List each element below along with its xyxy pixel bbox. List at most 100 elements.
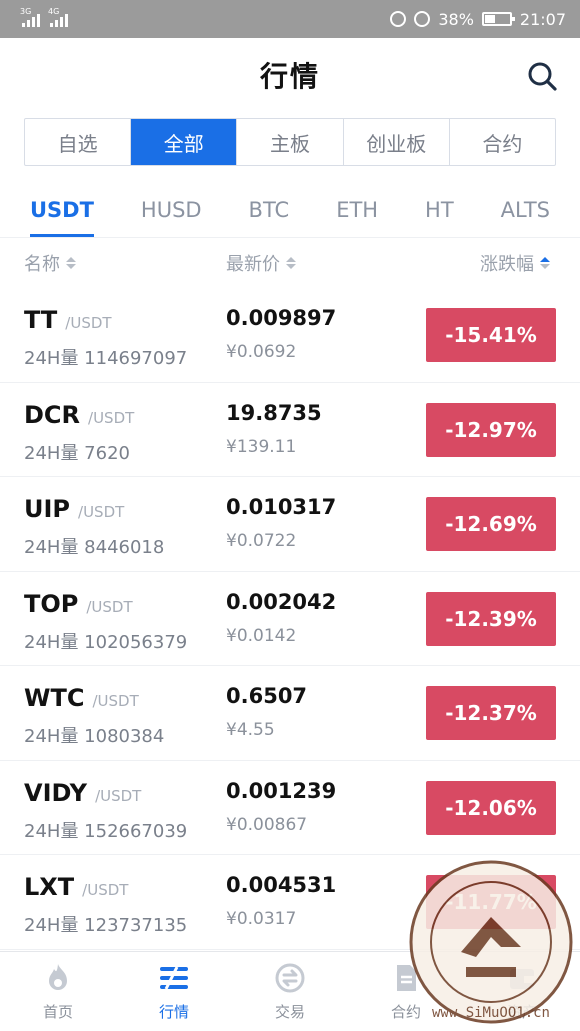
symbol: DCR /USDT <box>24 401 134 429</box>
base-currency: TOP <box>24 589 79 618</box>
base-currency: LXT <box>24 873 75 901</box>
market-row[interactable]: LXT /USDT 24H量 123737135 0.004531 ¥0.031… <box>0 855 580 950</box>
tab-eth[interactable]: ETH <box>336 186 378 237</box>
column-price-label: 最新价 <box>226 254 280 275</box>
alarm-icon <box>414 11 431 27</box>
change-badge[interactable]: -11.77% <box>426 875 556 929</box>
nav-contract[interactable]: 合约 <box>348 952 464 1031</box>
base-currency: UIP <box>24 495 71 523</box>
price-cny: ¥0.0317 <box>226 909 297 929</box>
nav-contract-label: 合约 <box>390 1003 421 1021</box>
change-badge[interactable]: -12.97% <box>426 402 556 457</box>
last-price: 0.010317 <box>226 495 337 519</box>
symbol: VIDY /USDT <box>24 779 141 807</box>
sort-arrows-icon <box>286 257 296 269</box>
battery-percent: 38% <box>438 9 474 29</box>
market-list: TT /USDT 24H量 114697097 0.009897 ¥0.0692… <box>0 288 580 950</box>
symbol: TT /USDT <box>24 306 112 334</box>
last-price: 0.6507 <box>226 684 308 708</box>
change-badge[interactable]: -12.69% <box>426 497 556 551</box>
symbol: LXT /USDT <box>24 873 128 901</box>
change-badge[interactable]: -12.39% <box>426 591 556 646</box>
segment-all[interactable]: 全部 <box>131 119 238 165</box>
change-badge[interactable]: -12.37% <box>426 686 556 740</box>
market-row[interactable]: TT /USDT 24H量 114697097 0.009897 ¥0.0692… <box>0 288 580 383</box>
tab-alts[interactable]: ALTS <box>501 186 550 237</box>
tab-btc[interactable]: BTC <box>249 186 290 237</box>
column-name-label: 名称 <box>24 254 60 275</box>
change-badge[interactable]: -12.06% <box>426 780 556 835</box>
network-type-1: 3G <box>20 7 32 16</box>
quote-currency: /USDT <box>88 408 135 427</box>
market-icon <box>160 966 188 990</box>
symbol: UIP /USDT <box>24 495 124 523</box>
tab-ht[interactable]: HT <box>425 186 454 237</box>
base-currency: TT <box>24 306 58 334</box>
last-price: 0.002042 <box>226 589 337 614</box>
nav-home[interactable]: 首页 <box>0 952 116 1031</box>
volume-24h: 24H量 102056379 <box>24 631 188 653</box>
base-currency: VIDY <box>24 778 88 807</box>
nav-home-label: 首页 <box>42 1003 73 1021</box>
sort-arrows-active-icon <box>540 257 550 269</box>
tab-usdt[interactable]: USDT <box>30 186 94 237</box>
symbol: WTC /USDT <box>24 684 139 712</box>
last-price: 0.004531 <box>226 873 337 897</box>
tab-husd[interactable]: HUSD <box>141 186 202 237</box>
market-row[interactable]: WTC /USDT 24H量 1080384 0.6507 ¥4.55 -12.… <box>0 666 580 761</box>
quote-currency: /USDT <box>65 314 112 332</box>
price-cny: ¥139.11 <box>226 436 297 457</box>
page-header: 行情 <box>0 38 580 112</box>
nav-assets-label: 资产 <box>506 1003 537 1021</box>
volume-24h: 24H量 152667039 <box>24 820 188 842</box>
market-row[interactable]: DCR /USDT 24H量 7620 19.8735 ¥139.11 -12.… <box>0 383 580 477</box>
nav-market-label: 行情 <box>158 1003 189 1021</box>
nav-assets[interactable]: 资产 <box>464 952 580 1031</box>
segment-main-board[interactable]: 主板 <box>237 119 344 165</box>
search-icon[interactable] <box>526 60 558 92</box>
quote-currency-tabs: USDT HUSD BTC ETH HT ALTS <box>0 186 580 238</box>
quote-currency: /USDT <box>78 503 125 521</box>
change-badge[interactable]: -15.41% <box>426 308 556 362</box>
board-segmented-control: 自选 全部 主板 创业板 合约 <box>24 118 556 166</box>
assets-icon <box>510 969 534 989</box>
contract-icon <box>397 965 416 991</box>
signal-icon-1: 3G <box>20 7 40 27</box>
volume-24h: 24H量 123737135 <box>24 915 188 936</box>
base-currency: DCR <box>24 400 81 429</box>
home-flame-icon <box>49 964 67 990</box>
data-saver-icon <box>390 11 407 27</box>
price-cny: ¥4.55 <box>226 720 275 740</box>
price-cny: ¥0.00867 <box>226 814 308 835</box>
base-currency: WTC <box>24 684 85 712</box>
trade-icon <box>275 963 305 993</box>
last-price: 0.009897 <box>226 306 337 330</box>
sort-by-name[interactable]: 名称 <box>24 250 226 276</box>
price-cny: ¥0.0722 <box>226 531 297 551</box>
segment-growth-board[interactable]: 创业板 <box>344 119 450 165</box>
battery-icon <box>481 12 515 26</box>
volume-24h: 24H量 1080384 <box>24 726 165 747</box>
nav-trade[interactable]: 交易 <box>232 952 348 1031</box>
market-row[interactable]: VIDY /USDT 24H量 152667039 0.001239 ¥0.00… <box>0 761 580 855</box>
symbol: TOP /USDT <box>24 590 133 618</box>
nav-market[interactable]: 行情 <box>116 952 232 1031</box>
sort-arrows-icon <box>66 257 76 269</box>
quote-currency: /USDT <box>92 692 139 710</box>
sort-by-change[interactable]: 涨跌幅 <box>480 250 550 276</box>
quote-currency: /USDT <box>82 881 129 899</box>
market-row[interactable]: UIP /USDT 24H量 8446018 0.010317 ¥0.0722 … <box>0 477 580 572</box>
column-change-label: 涨跌幅 <box>480 254 534 275</box>
segment-contracts[interactable]: 合约 <box>450 119 555 165</box>
nav-trade-label: 交易 <box>274 1003 305 1021</box>
signal-icon-2: 4G <box>48 7 68 27</box>
volume-24h: 24H量 114697097 <box>24 348 188 369</box>
volume-24h: 24H量 8446018 <box>24 537 165 558</box>
segment-favorites[interactable]: 自选 <box>25 119 132 165</box>
sort-by-price[interactable]: 最新价 <box>226 250 296 276</box>
quote-currency: /USDT <box>95 786 142 805</box>
page-title: 行情 <box>259 60 320 93</box>
price-cny: ¥0.0692 <box>226 342 297 362</box>
market-row[interactable]: TOP /USDT 24H量 102056379 0.002042 ¥0.014… <box>0 572 580 666</box>
network-type-2: 4G <box>48 7 60 16</box>
